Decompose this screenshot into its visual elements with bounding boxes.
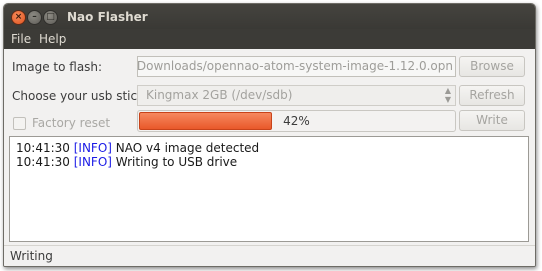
image-path-field[interactable]: ureau/Downloads/opennao-atom-system-imag… xyxy=(137,56,456,77)
menu-bar: File Help xyxy=(4,29,535,49)
log-time: 10:41:30 xyxy=(16,155,70,169)
write-button[interactable]: Write xyxy=(459,110,525,131)
menu-help[interactable]: Help xyxy=(39,32,66,46)
log-line: 10:41:30 [INFO] Writing to USB drive xyxy=(16,155,528,169)
factory-reset-label: Factory reset xyxy=(32,116,111,130)
refresh-button[interactable]: Refresh xyxy=(459,85,525,106)
updown-arrow-icon: ▲ ▼ xyxy=(444,86,451,104)
log-message: Writing to USB drive xyxy=(111,155,238,169)
title-bar: × – □ Nao Flasher xyxy=(4,4,535,29)
usb-stick-select[interactable]: Kingmax 2GB (/dev/sdb) ▲ ▼ xyxy=(137,85,456,106)
log-level: [INFO] xyxy=(73,155,112,169)
log-output[interactable]: 10:41:30 [INFO] NAO v4 image detected 10… xyxy=(9,136,529,242)
factory-reset-checkbox[interactable] xyxy=(13,117,26,130)
usb-stick-label: Choose your usb stick: xyxy=(12,89,149,103)
window-title: Nao Flasher xyxy=(67,10,148,24)
usb-stick-selected-value: Kingmax 2GB (/dev/sdb) xyxy=(146,88,293,102)
browse-button[interactable]: Browse xyxy=(459,56,525,77)
minimize-window-button[interactable]: – xyxy=(27,10,42,25)
maximize-window-button[interactable]: □ xyxy=(43,10,58,25)
progress-percent-text: 42% xyxy=(283,114,310,128)
log-level: [INFO] xyxy=(73,141,112,155)
progress-bar: 42% xyxy=(137,110,456,132)
app-window: × – □ Nao Flasher File Help Image to fla… xyxy=(3,3,536,267)
menu-file[interactable]: File xyxy=(11,32,31,46)
status-text: Writing xyxy=(10,249,53,263)
log-message: NAO v4 image detected xyxy=(111,141,260,155)
log-line: 10:41:30 [INFO] NAO v4 image detected xyxy=(16,141,528,155)
image-path-value: ureau/Downloads/opennao-atom-system-imag… xyxy=(137,59,453,73)
log-time: 10:41:30 xyxy=(16,141,70,155)
status-bar: Writing xyxy=(4,245,535,266)
image-to-flash-label: Image to flash: xyxy=(12,60,103,74)
close-window-button[interactable]: × xyxy=(11,10,26,25)
